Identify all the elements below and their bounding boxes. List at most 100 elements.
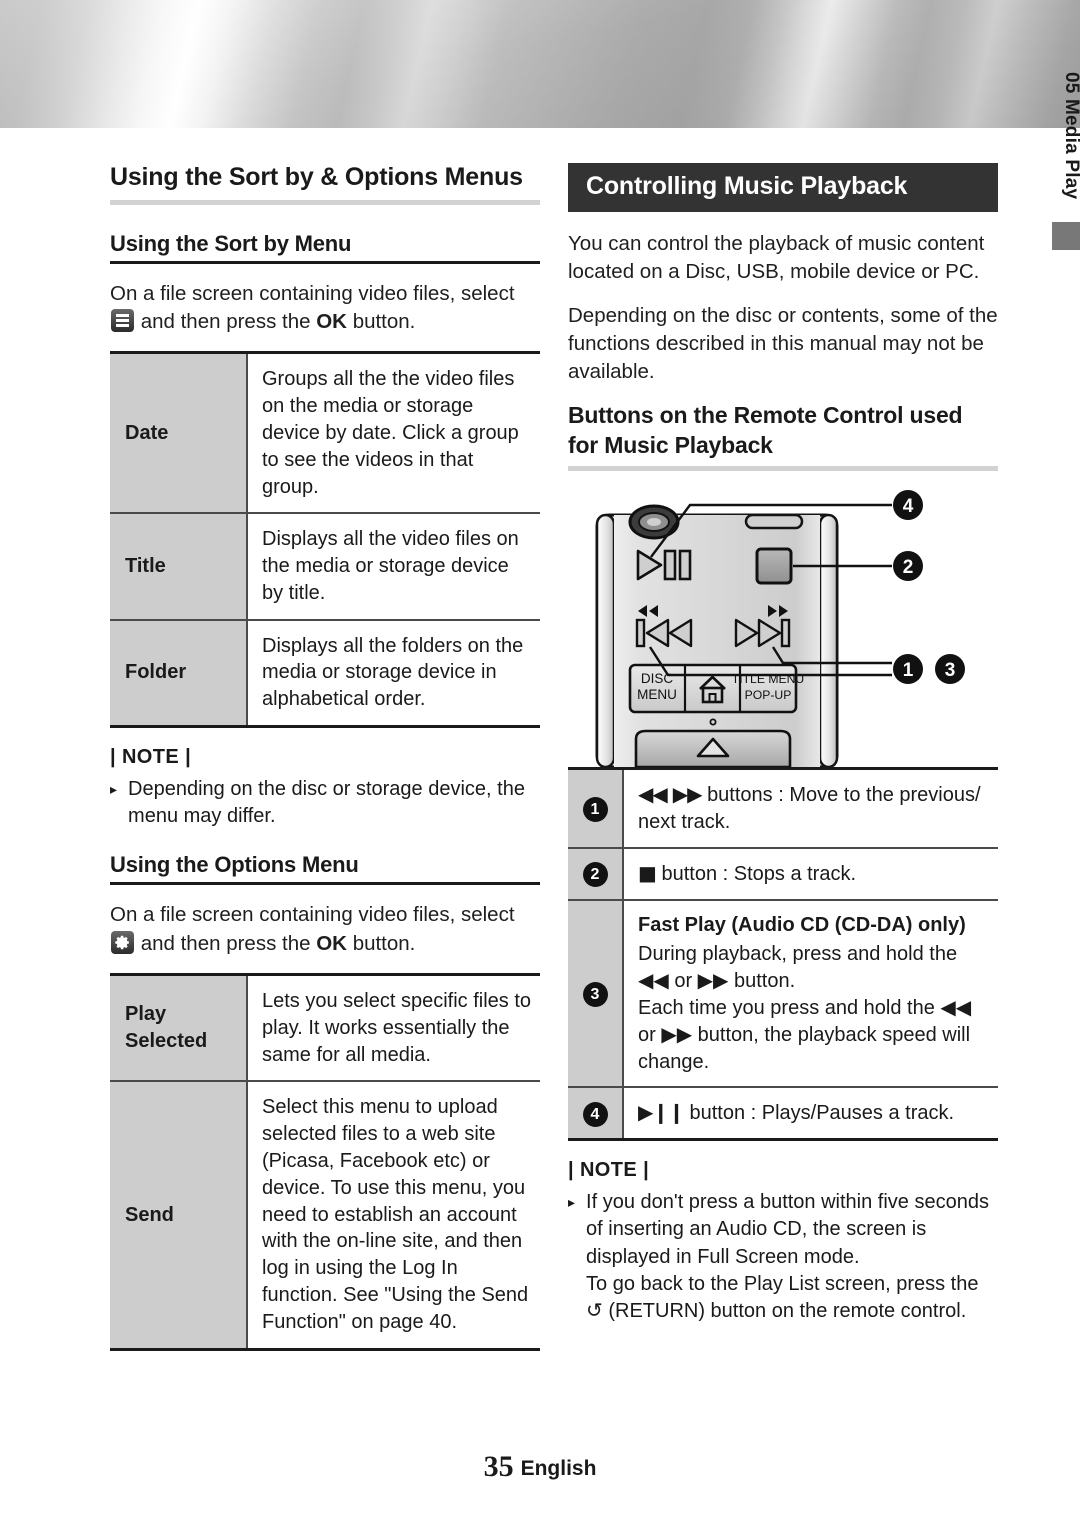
music-note-heading: | NOTE |	[568, 1159, 650, 1182]
remote-buttons-table: 1 ◀◀ ▶▶ buttons : Move to the previous/ …	[568, 767, 998, 1142]
disc-menu-label-line1: DISC	[641, 671, 674, 686]
remote-control-diagram: DISC MENU TITLE MENU POP-UP 4 2 1 3	[568, 477, 998, 769]
controlling-music-playback-header: Controlling Music Playback	[568, 163, 998, 212]
remote-buttons-heading: Buttons on the Remote Control used for M…	[568, 402, 963, 458]
table-row: Date Groups all the the video files on t…	[110, 352, 540, 514]
option-row-desc: Select this menu to upload selected file…	[247, 1080, 540, 1350]
options-intro-c: button.	[352, 931, 416, 955]
note-bullet-icon: ▸	[110, 781, 118, 798]
sort-by-heading: Using the Sort by Menu	[110, 230, 352, 256]
sort-by-intro: On a file screen containing video files,…	[110, 280, 540, 337]
table-row: 3 Fast Play (Audio CD (CD-DA) only) Duri…	[568, 898, 998, 1088]
options-heading-rule	[110, 882, 540, 886]
table-row: Folder Displays all the folders on the m…	[110, 618, 540, 727]
options-ok-label: OK	[316, 931, 347, 955]
button-row-text: button : Plays/Pauses a track.	[689, 1102, 955, 1125]
options-table: Play Selected Lets you select specific f…	[110, 973, 540, 1351]
right-column: Controlling Music Playback You can contr…	[568, 163, 998, 1328]
title-menu-label-line2: POP-UP	[745, 688, 792, 702]
previous-track-button-glyph	[635, 619, 693, 648]
circled-number: 3	[582, 982, 608, 1008]
sort-by-heading-rule	[110, 260, 540, 264]
circled-number: 2	[582, 862, 608, 888]
options-intro: On a file screen containing video files,…	[110, 901, 540, 958]
button-row-number: 1	[568, 768, 624, 848]
table-row: Send Select this menu to upload selected…	[110, 1080, 540, 1350]
title-rule	[110, 199, 540, 205]
circled-number: 1	[582, 797, 608, 823]
fast-play-text: During playback, press and hold the ◀◀ o…	[638, 943, 972, 1073]
stop-button	[755, 547, 793, 585]
power-dial	[628, 504, 680, 540]
prev-next-glyph: ◀◀ ▶▶	[638, 782, 702, 807]
sort-row-desc: Groups all the the video files on the me…	[262, 368, 519, 498]
sort-by-intro-a: On a file screen containing video files,…	[110, 281, 515, 305]
button-row-desc: ▶❙❙ button : Plays/Pauses a track.	[623, 1086, 998, 1140]
table-row: 2 ■ button : Stops a track.	[568, 846, 998, 900]
callout-1: 1	[893, 654, 923, 685]
sort-row-label: Date	[110, 352, 248, 514]
callout-3: 3	[935, 654, 965, 685]
left-column: Using the Sort by & Options Menus Using …	[110, 163, 540, 1351]
table-row: Title Displays all the video files on th…	[110, 512, 540, 620]
chapter-tab-label: 05 Media Play	[1061, 72, 1080, 200]
sort-row-label: Folder	[110, 618, 248, 727]
music-note-item: ▸ If you don't press a button within fiv…	[568, 1189, 998, 1325]
remote-buttons-rule	[568, 466, 998, 472]
fast-play-title: Fast Play (Audio CD (CD-DA) only)	[638, 913, 966, 936]
top-pill-button	[744, 514, 804, 530]
button-row-number: 2	[568, 846, 624, 900]
sort-by-table: Date Groups all the the video files on t…	[110, 351, 540, 729]
button-row-desc: ◀◀ ▶▶ buttons : Move to the previous/ ne…	[623, 769, 998, 848]
page-number: 35	[483, 1450, 514, 1483]
button-row-text: button : Stops a track.	[661, 862, 857, 885]
sort-row-desc: Displays all the video files on the medi…	[247, 512, 540, 620]
sort-by-ok-label: OK	[316, 310, 347, 334]
sort-note-heading: | NOTE |	[110, 746, 192, 769]
svg-text:1: 1	[903, 660, 914, 681]
remote-body	[595, 513, 839, 769]
sort-by-intro-b: and then press the	[140, 310, 311, 334]
music-intro-paragraph-2: Depending on the disc or contents, some …	[568, 303, 998, 384]
svg-text:3: 3	[945, 660, 956, 681]
table-row: 1 ◀◀ ▶▶ buttons : Move to the previous/ …	[568, 768, 998, 848]
note-bullet-icon: ▸	[568, 1194, 576, 1211]
page-top-banner	[0, 0, 1080, 128]
stop-glyph: ■	[638, 860, 657, 885]
button-row-desc: ■ button : Stops a track.	[623, 846, 998, 900]
table-row: Play Selected Lets you select specific f…	[110, 974, 540, 1082]
sort-list-icon	[111, 309, 134, 333]
option-row-label: Play Selected	[110, 974, 248, 1082]
page-footer: 35 English	[0, 1450, 1080, 1484]
sort-row-desc: Displays all the folders on the media or…	[247, 618, 540, 727]
svg-text:4: 4	[903, 496, 914, 517]
page-language: English	[520, 1457, 597, 1480]
sort-by-intro-c: button.	[352, 310, 416, 334]
disc-menu-label-line2: MENU	[637, 687, 677, 702]
callout-2: 2	[893, 551, 923, 582]
button-row-number: 3	[568, 898, 624, 1088]
option-row-desc: Lets you select specific files to play. …	[262, 990, 532, 1066]
sort-note-item: ▸ Depending on the disc or storage devic…	[110, 776, 540, 830]
option-row-label: Send	[110, 1080, 248, 1350]
button-row-number: 4	[568, 1086, 624, 1140]
options-intro-a: On a file screen containing video files,…	[110, 903, 515, 927]
sort-row-label: Title	[110, 512, 248, 620]
sort-note-text: Depending on the disc or storage device,…	[128, 778, 525, 828]
play-pause-glyph: ▶❙❙	[638, 1100, 685, 1125]
next-track-button-glyph	[734, 619, 791, 648]
banner-sheen	[0, 0, 1080, 128]
options-heading: Using the Options Menu	[110, 852, 359, 878]
remote-control-illustration: DISC MENU TITLE MENU POP-UP 4 2 1 3	[595, 490, 965, 769]
table-row: 4 ▶❙❙ button : Plays/Pauses a track.	[568, 1086, 998, 1140]
music-note-text: If you don't press a button within five …	[586, 1191, 989, 1322]
page-title: Using the Sort by & Options Menus	[110, 163, 523, 191]
menu-button-row: DISC MENU TITLE MENU POP-UP	[628, 663, 804, 714]
options-intro-b: and then press the	[140, 931, 311, 955]
callout-4: 4	[893, 490, 923, 521]
button-row-desc: Fast Play (Audio CD (CD-DA) only) During…	[623, 898, 998, 1088]
circled-number: 4	[582, 1101, 608, 1127]
music-intro-paragraph-1: You can control the playback of music co…	[568, 232, 985, 284]
sort-by-heading-group: Using the Sort by Menu	[110, 231, 540, 264]
svg-text:2: 2	[903, 557, 914, 578]
